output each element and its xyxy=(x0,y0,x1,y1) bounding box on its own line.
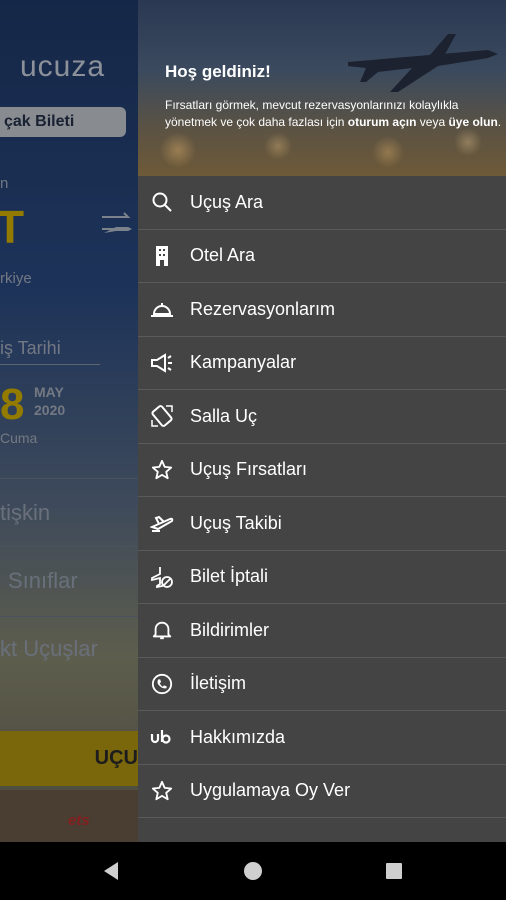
plane-cancel-icon xyxy=(150,565,174,589)
menu-item-hotel-search[interactable]: Otel Ara xyxy=(138,230,506,283)
shake-phone-icon xyxy=(150,404,174,428)
menu-item-ticket-cancel[interactable]: Bilet İptali xyxy=(138,551,506,604)
cloche-icon xyxy=(150,297,174,321)
menu-item-notifications[interactable]: Bildirimler xyxy=(138,604,506,658)
menu-item-about[interactable]: Hakkımızda xyxy=(138,711,506,765)
menu-item-label: Bildirimler xyxy=(190,619,270,640)
plane-takeoff-icon xyxy=(150,511,174,535)
welcome-description: Fırsatları görmek, mevcut rezervasyonlar… xyxy=(165,97,505,131)
menu-item-campaigns[interactable]: Kampanyalar xyxy=(138,337,506,390)
drawer-menu: Uçuş Ara Otel Ara Rezervasyonlarım Kampa… xyxy=(138,176,506,818)
signup-link[interactable]: üye olun xyxy=(448,115,497,129)
megaphone-icon xyxy=(150,351,174,375)
menu-item-label: Kampanyalar xyxy=(190,352,297,373)
star-icon xyxy=(150,458,174,482)
menu-item-label: Bilet İptali xyxy=(190,566,269,587)
login-link[interactable]: oturum açın xyxy=(348,115,417,129)
drawer-header: Hoş geldiniz! Fırsatları görmek, mevcut … xyxy=(138,0,506,176)
menu-item-flight-tracking[interactable]: Uçuş Takibi xyxy=(138,497,506,551)
search-icon xyxy=(150,190,174,214)
menu-item-flight-deals[interactable]: Uçuş Fırsatları xyxy=(138,444,506,497)
building-icon xyxy=(150,244,174,268)
bell-icon xyxy=(150,618,174,642)
menu-item-label: Uçuş Ara xyxy=(190,191,264,212)
menu-item-label: Uçuş Fırsatları xyxy=(190,459,308,480)
menu-item-label: Otel Ara xyxy=(190,245,256,266)
menu-item-flight-search[interactable]: Uçuş Ara xyxy=(138,176,506,230)
welcome-title: Hoş geldiniz! xyxy=(165,62,271,81)
welcome-text-end: . xyxy=(497,115,502,129)
phone-icon xyxy=(150,672,174,696)
menu-item-label: İletişim xyxy=(190,673,247,694)
star-icon xyxy=(150,779,174,803)
menu-item-contact[interactable]: İletişim xyxy=(138,658,506,711)
navigation-drawer: Hoş geldiniz! Fırsatları görmek, mevcut … xyxy=(138,0,506,842)
menu-item-label: Salla Uç xyxy=(190,405,258,426)
welcome-text-joiner: veya xyxy=(416,115,449,129)
system-navigation-bar xyxy=(0,842,506,900)
menu-item-label: Uygulamaya Oy Ver xyxy=(190,780,351,801)
airplane-image xyxy=(348,34,498,92)
menu-item-shake-fly[interactable]: Salla Uç xyxy=(138,390,506,444)
home-icon[interactable] xyxy=(241,859,265,883)
menu-item-reservations[interactable]: Rezervasyonlarım xyxy=(138,283,506,337)
ub-logo-icon xyxy=(150,725,174,749)
back-icon[interactable] xyxy=(100,859,124,883)
recents-icon[interactable] xyxy=(382,859,406,883)
menu-item-rate-app[interactable]: Uygulamaya Oy Ver xyxy=(138,765,506,818)
menu-item-label: Uçuş Takibi xyxy=(190,512,282,533)
menu-item-label: Hakkımızda xyxy=(190,726,286,747)
menu-item-label: Rezervasyonlarım xyxy=(190,298,336,319)
